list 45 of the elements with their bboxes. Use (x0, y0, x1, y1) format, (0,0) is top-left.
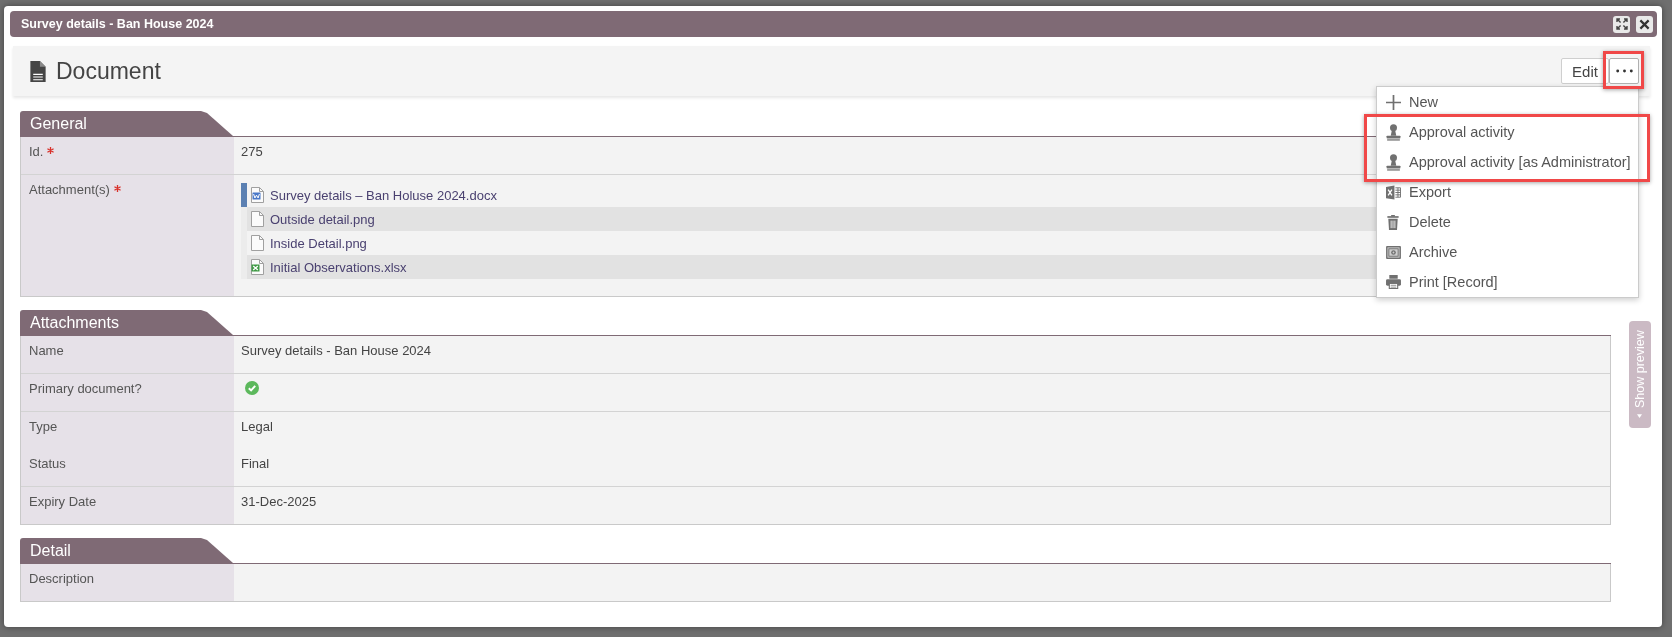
field-label: Expiry Date (29, 494, 97, 509)
caret-icon (1637, 414, 1643, 419)
more-button[interactable] (1609, 58, 1639, 84)
field-label: Status (29, 456, 66, 471)
field-value: 275 (241, 144, 263, 159)
section-heading: Detail (20, 538, 233, 563)
field-value: 31-Dec-2025 (241, 494, 317, 509)
more-icon (1615, 69, 1633, 73)
field-label: Description (29, 571, 95, 586)
section-heading: General (20, 111, 233, 136)
field-label: Type (29, 419, 58, 434)
safe-icon (1385, 245, 1401, 259)
spreadsheet-icon (1385, 184, 1401, 200)
spreadsheet-file-icon (251, 259, 264, 275)
expand-icon (1615, 18, 1628, 30)
stamp-icon (1385, 123, 1401, 141)
close-button[interactable] (1636, 15, 1653, 33)
section-heading: Attachments (20, 310, 233, 335)
plus-icon (1385, 94, 1401, 110)
file-link[interactable]: Survey details – Ban Holuse 2024.docx (270, 187, 497, 203)
maximize-button[interactable] (1613, 15, 1630, 33)
field-value: Legal (241, 419, 273, 434)
word-file-icon (251, 187, 264, 203)
field-label: Primary document? (29, 381, 142, 396)
stamp-icon (1385, 153, 1401, 171)
blank-file-icon (251, 211, 264, 227)
edit-button[interactable]: Edit (1561, 58, 1609, 84)
field-value: Survey details - Ban House 2024 (241, 343, 432, 358)
file-link[interactable]: Inside Detail.png (270, 235, 367, 251)
field-label: Attachment(s) (29, 182, 110, 197)
menu-item[interactable]: Approval activity (1377, 117, 1638, 147)
menu-item[interactable]: Approval activity [as Administrator] (1377, 147, 1638, 177)
close-icon (1639, 18, 1650, 30)
blank-file-icon (251, 235, 264, 251)
printer-icon (1385, 275, 1401, 289)
document-icon (30, 60, 46, 82)
field-label: Name (29, 343, 64, 358)
file-link[interactable]: Initial Observations.xlsx (270, 259, 407, 275)
window-title: Survey details - Ban House 2024 (21, 17, 214, 31)
page-title: Document (56, 57, 161, 85)
field-value: Final (241, 456, 270, 471)
menu-item[interactable]: New (1377, 87, 1638, 117)
trash-icon (1387, 214, 1399, 230)
field-label: Id. (29, 144, 44, 159)
file-link[interactable]: Outside detail.png (270, 211, 375, 227)
